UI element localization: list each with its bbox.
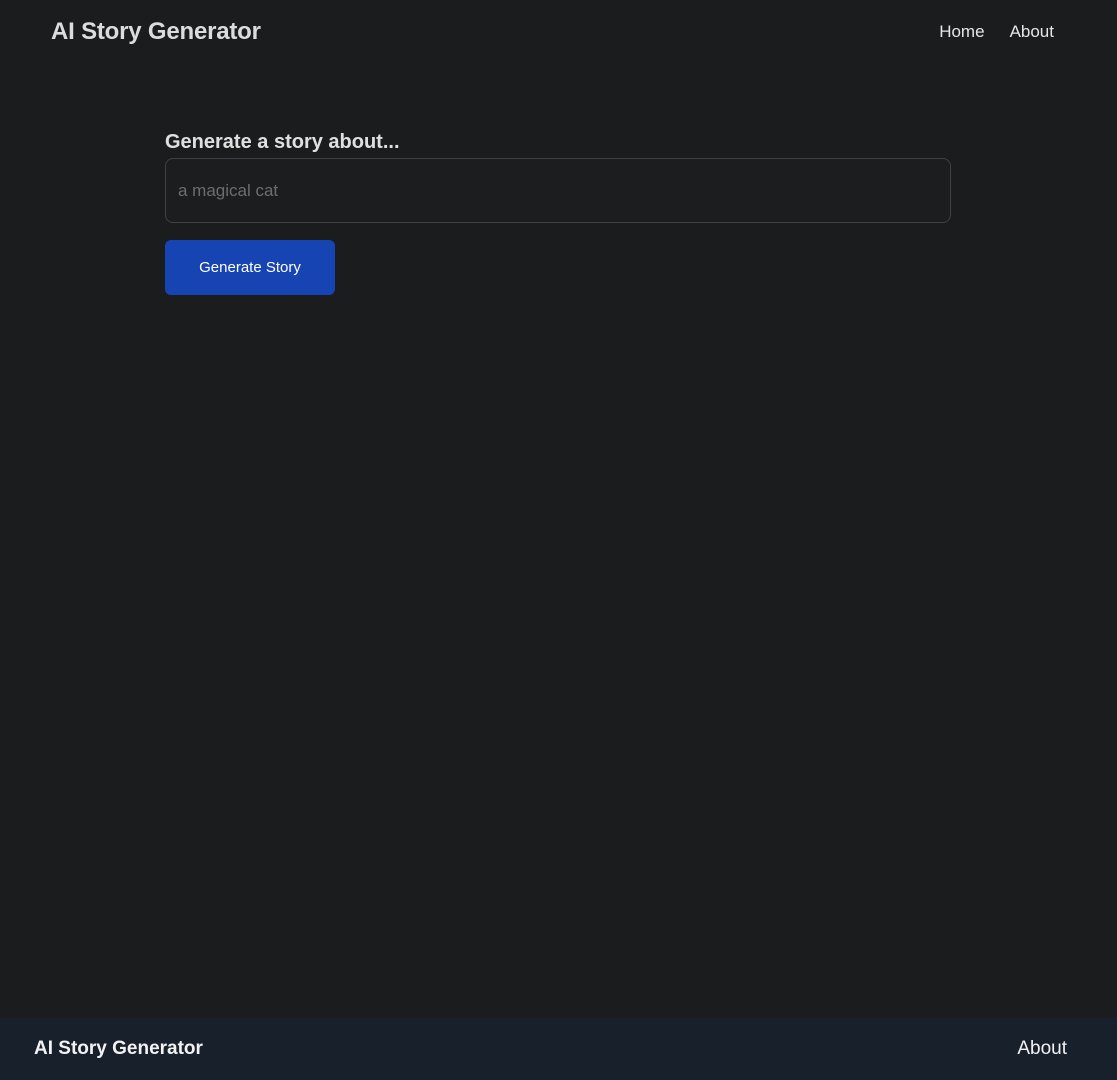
story-form: Generate a story about... Generate Story — [165, 131, 951, 295]
generate-story-button[interactable]: Generate Story — [165, 240, 335, 295]
footer-title: AI Story Generator — [34, 1038, 203, 1059]
prompt-label: Generate a story about... — [165, 131, 400, 153]
site-title: AI Story Generator — [51, 18, 261, 45]
site-footer: AI Story Generator About — [0, 1018, 1117, 1080]
story-prompt-input[interactable] — [165, 158, 951, 223]
main-nav: Home About — [939, 22, 1054, 42]
footer-about-link[interactable]: About — [1017, 1038, 1067, 1060]
nav-home-link[interactable]: Home — [939, 22, 984, 42]
site-header: AI Story Generator Home About — [0, 0, 1117, 64]
nav-about-link[interactable]: About — [1010, 22, 1054, 42]
